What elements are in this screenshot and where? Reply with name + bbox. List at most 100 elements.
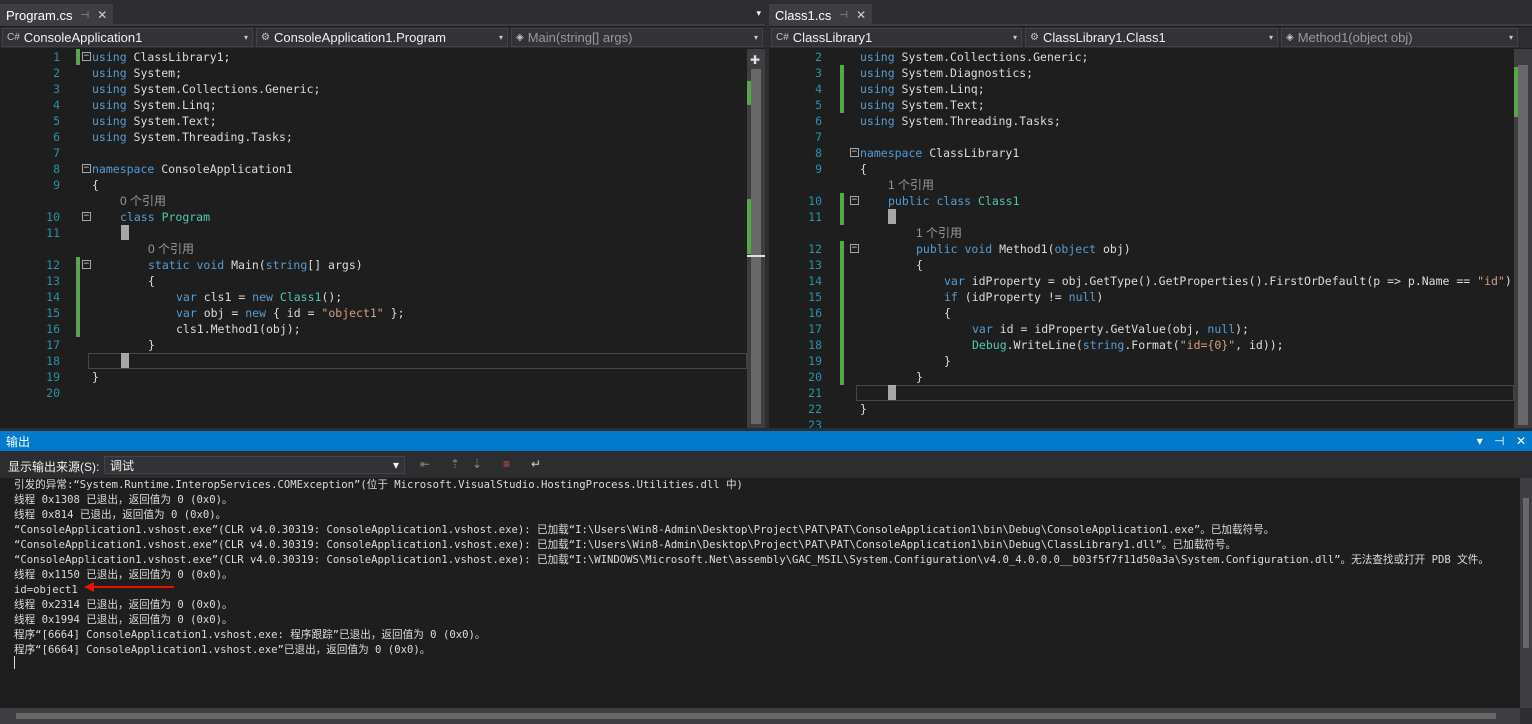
member-combo[interactable]: ◈ Main(string[] args) ▾ bbox=[511, 28, 763, 47]
right-code-editor[interactable]: 2 using System.Collections.Generic; 3 using… bbox=[769, 49, 1514, 428]
scroll-thumb[interactable] bbox=[16, 713, 1496, 719]
scroll-change-marker bbox=[1514, 67, 1518, 117]
codelens-reference-count[interactable]: 0 个引用 bbox=[120, 193, 166, 209]
change-indicator bbox=[840, 65, 844, 113]
tab-overflow-icon[interactable]: ▾ bbox=[756, 8, 761, 19]
code-line: Debug.WriteLine(string.Format("id={0}", … bbox=[972, 337, 1284, 353]
code-token: System.Text; bbox=[126, 114, 217, 128]
collapse-icon[interactable]: − bbox=[82, 212, 91, 221]
code-token: { bbox=[148, 274, 155, 288]
code-token: (idProperty != bbox=[957, 290, 1069, 304]
codelens-reference-count[interactable]: 1 个引用 bbox=[916, 225, 962, 241]
scroll-thumb[interactable] bbox=[1518, 65, 1528, 425]
code-line: namespace ClassLibrary1 bbox=[860, 145, 1019, 161]
output-source-combo[interactable]: 调试 ▾ bbox=[104, 456, 405, 474]
current-line-highlight bbox=[856, 385, 1514, 401]
left-vertical-scrollbar[interactable]: ✚ bbox=[747, 49, 765, 428]
code-token: } bbox=[860, 402, 867, 416]
collapse-icon[interactable]: − bbox=[850, 148, 859, 157]
close-icon[interactable]: ✕ bbox=[856, 8, 866, 22]
scroll-thumb[interactable] bbox=[1523, 498, 1529, 648]
code-token: 0 个引用 bbox=[120, 194, 167, 208]
collapse-icon[interactable]: − bbox=[850, 196, 859, 205]
output-source-value: 调试 bbox=[110, 458, 135, 473]
output-line: 线程 0x1308 已退出，返回值为 0 (0x0)。 bbox=[14, 494, 233, 506]
output-line: 线程 0x1994 已退出，返回值为 0 (0x0)。 bbox=[14, 614, 233, 626]
code-line: namespace ConsoleApplication1 bbox=[92, 161, 293, 177]
pin-icon[interactable]: ⊣ bbox=[839, 10, 848, 21]
line-number: 6 bbox=[53, 130, 60, 144]
method-icon: ◈ bbox=[1286, 32, 1294, 43]
type-combo[interactable]: ⚙ ClassLibrary1.Class1 ▾ bbox=[1025, 28, 1278, 47]
next-message-icon[interactable]: ⇣ bbox=[472, 457, 482, 471]
line-number: 8 bbox=[815, 146, 822, 160]
line-number bbox=[0, 193, 60, 209]
member-combo[interactable]: ◈ Method1(object obj) ▾ bbox=[1281, 28, 1518, 47]
output-vertical-scrollbar[interactable] bbox=[1520, 478, 1532, 708]
tab-class1-cs[interactable]: Class1.cs ⊣ ✕ bbox=[769, 4, 873, 26]
output-line: “ConsoleApplication1.vshost.exe”(CLR v4.… bbox=[14, 554, 1489, 566]
tab-program-cs[interactable]: Program.cs ⊣ ✕ bbox=[0, 4, 114, 26]
code-line: using System.Diagnostics; bbox=[860, 65, 1033, 81]
output-source-label: 显示输出来源(S): bbox=[8, 460, 100, 474]
left-code-editor[interactable]: 1 using ClassLibrary1; 2 using System; 3 usin… bbox=[0, 49, 747, 428]
project-combo[interactable]: C# ConsoleApplication1 ▾ bbox=[2, 28, 253, 47]
keyword-token: public bbox=[888, 194, 930, 208]
close-icon[interactable]: ✕ bbox=[1516, 434, 1526, 448]
output-horizontal-scrollbar[interactable] bbox=[0, 708, 1520, 724]
code-token: Main( bbox=[224, 258, 266, 272]
code-token: [] args) bbox=[307, 258, 363, 272]
previous-message-icon[interactable]: ⇡ bbox=[450, 457, 460, 471]
codelens-reference-count[interactable]: 0 个引用 bbox=[148, 241, 194, 257]
line-number: 16 bbox=[46, 322, 60, 336]
code-token: { bbox=[92, 178, 99, 192]
codelens-reference-count[interactable]: 1 个引用 bbox=[888, 177, 934, 193]
collapse-icon[interactable]: − bbox=[82, 52, 91, 61]
split-icon[interactable]: ✚ bbox=[750, 53, 760, 67]
keyword-token: class bbox=[120, 210, 155, 224]
output-panel-header: 输出 ▾ ⊣ ✕ bbox=[0, 431, 1532, 451]
collapse-icon[interactable]: − bbox=[850, 244, 859, 253]
pin-icon[interactable]: ⊣ bbox=[1494, 434, 1504, 448]
code-token: System.Linq; bbox=[894, 82, 985, 96]
scroll-thumb[interactable] bbox=[751, 69, 761, 424]
line-number: 11 bbox=[808, 210, 822, 224]
word-wrap-icon[interactable]: ↵ bbox=[531, 457, 541, 471]
keyword-token: object bbox=[1054, 242, 1097, 256]
collapse-icon[interactable]: − bbox=[82, 164, 91, 173]
line-number: 9 bbox=[53, 178, 60, 192]
find-message-icon[interactable]: ⇤ bbox=[420, 457, 430, 471]
type-combo-value: ClassLibrary1.Class1 bbox=[1042, 30, 1166, 45]
text-caret bbox=[121, 225, 129, 240]
type-combo[interactable]: ⚙ ConsoleApplication1.Program ▾ bbox=[256, 28, 508, 47]
line-number bbox=[769, 177, 822, 193]
code-token: System.Collections.Generic; bbox=[894, 50, 1089, 64]
code-token: } bbox=[92, 370, 99, 384]
pin-icon[interactable]: ⊣ bbox=[80, 10, 89, 21]
right-tab-bar: Class1.cs ⊣ ✕ bbox=[769, 0, 1532, 26]
right-editor-pane: Class1.cs ⊣ ✕ C# ClassLibrary1 ▾ ⚙ Class… bbox=[769, 0, 1532, 428]
keyword-token: using bbox=[860, 114, 895, 128]
window-position-icon[interactable]: ▾ bbox=[1477, 434, 1483, 448]
close-icon[interactable]: ✕ bbox=[97, 8, 107, 22]
keyword-token: using bbox=[92, 82, 127, 96]
right-navigation-bar: C# ClassLibrary1 ▾ ⚙ ClassLibrary1.Class… bbox=[769, 27, 1532, 48]
right-vertical-scrollbar[interactable] bbox=[1514, 49, 1532, 428]
line-number: 10 bbox=[808, 194, 822, 208]
code-line: using ClassLibrary1; bbox=[92, 49, 230, 65]
code-line: using System.Text; bbox=[92, 113, 217, 129]
code-token: { bbox=[944, 306, 951, 320]
code-token: { bbox=[860, 162, 867, 176]
clear-all-icon[interactable]: ≡ bbox=[503, 457, 510, 471]
code-line: { bbox=[916, 257, 923, 273]
line-number: 1 bbox=[53, 50, 60, 64]
project-combo[interactable]: C# ClassLibrary1 ▾ bbox=[771, 28, 1022, 47]
output-text-area[interactable]: 引发的异常:“System.Runtime.InteropServices.CO… bbox=[0, 478, 1520, 708]
code-token: } bbox=[944, 354, 951, 368]
output-line: “ConsoleApplication1.vshost.exe”(CLR v4.… bbox=[14, 539, 1237, 551]
code-token: System.Diagnostics; bbox=[894, 66, 1034, 80]
collapse-icon[interactable]: − bbox=[82, 260, 91, 269]
code-token: cls1.Method1(obj); bbox=[176, 322, 301, 336]
